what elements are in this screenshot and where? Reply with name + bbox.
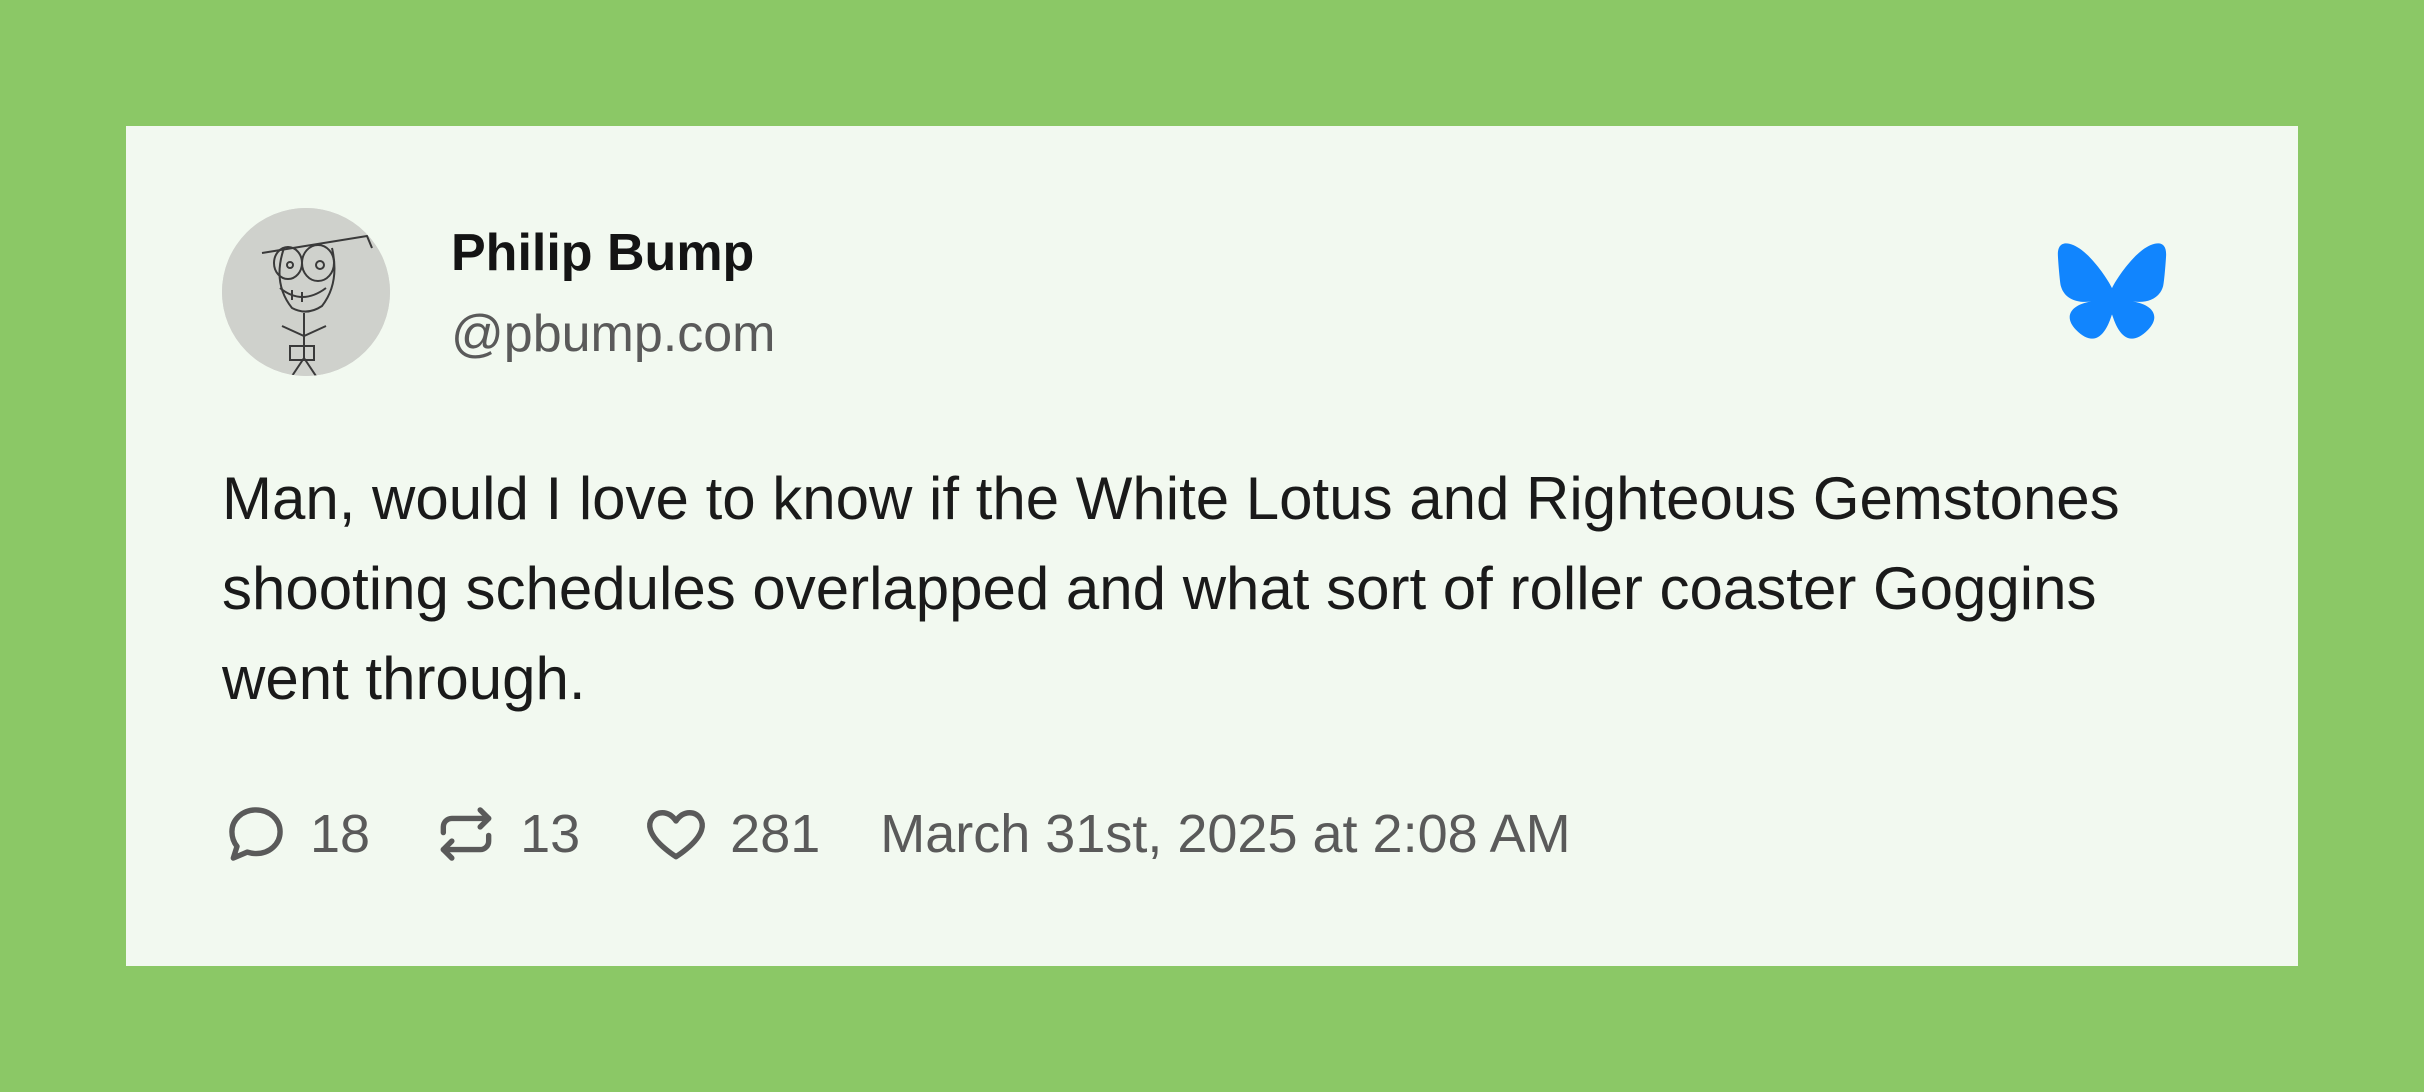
reply-count: 18 — [310, 804, 371, 864]
avatar-drawing-image — [222, 208, 390, 376]
author-handle[interactable]: @pbump.com — [451, 304, 775, 364]
post-timestamp[interactable]: March 31st, 2025 at 2:08 AM — [880, 803, 1570, 865]
post-actions-bar: 18 13 281 March 31st, 2025 at 2:08 AM — [222, 794, 1571, 874]
like-button[interactable]: 281 — [642, 800, 820, 868]
bluesky-butterfly-icon[interactable] — [2056, 240, 2168, 342]
reply-button[interactable]: 18 — [222, 800, 370, 868]
repost-button[interactable]: 13 — [432, 800, 580, 868]
heart-icon — [642, 800, 710, 868]
avatar[interactable] — [222, 208, 390, 376]
like-count: 281 — [730, 804, 821, 864]
repost-arrows-icon — [432, 800, 500, 868]
post-card: Philip Bump @pbump.com Man, would I love… — [126, 126, 2298, 966]
author-display-name[interactable]: Philip Bump — [451, 223, 754, 283]
post-text: Man, would I love to know if the White L… — [222, 465, 2120, 712]
speech-bubble-icon — [222, 800, 290, 868]
repost-count: 13 — [520, 804, 581, 864]
